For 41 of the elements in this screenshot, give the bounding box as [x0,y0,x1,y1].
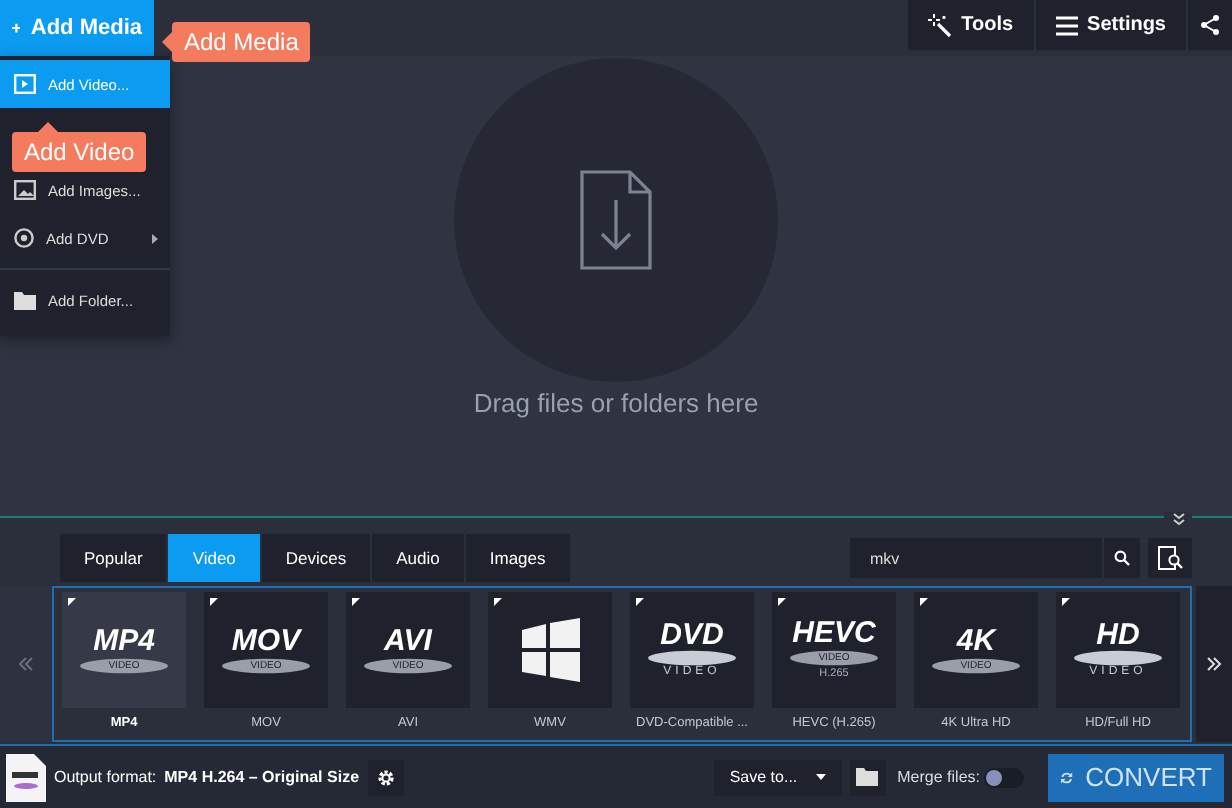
settings-icon [375,767,396,787]
double-chevron-left-icon [18,656,34,672]
format-tab[interactable]: Popular [60,534,167,582]
output-format-label: Output format: [54,768,157,786]
tools-button[interactable]: Tools [905,0,1034,50]
image-icon [14,180,36,200]
disc-icon [14,228,34,248]
format-tab[interactable]: Images [465,534,570,582]
merge-toggle[interactable] [984,767,1024,787]
share-button[interactable] [1186,0,1232,50]
format-tab[interactable]: Audio [372,534,464,582]
format-tile[interactable] [488,592,612,708]
folder-button[interactable] [849,759,886,795]
output-format-value[interactable]: MP4 H.264 – Original Size [164,768,360,786]
folder-icon [14,291,36,309]
chevron-icon [1171,512,1185,526]
plus-icon [12,20,21,36]
save-to-dropdown[interactable]: Save to... [713,759,842,795]
tooltip-pointer-icon [38,122,58,132]
tooltip-pointer-icon [162,32,172,52]
double-chevron-right-icon [1206,656,1222,672]
windows-logo-icon [516,616,584,684]
search-icon [1114,550,1130,566]
share-icon [1200,14,1220,36]
device-detect-button[interactable] [1148,538,1192,578]
merge-files-label: Merge files: [897,768,980,786]
convert-button[interactable]: CONVERT [1048,753,1224,801]
caret-icon [815,774,826,780]
format-tab[interactable]: Devices [261,534,371,582]
device-search-icon [1157,546,1183,570]
settings-button[interactable] [367,759,404,795]
file-download-icon [580,170,652,270]
magic-wand-icon [927,13,952,37]
search-field[interactable]: mkv [850,538,1102,578]
drop-hint: Drag files or folders here [473,388,759,418]
menu-icon [1055,15,1078,35]
settings-button[interactable]: Settings [1033,0,1186,50]
search-button[interactable] [1104,538,1140,578]
folder-icon [856,768,879,786]
file-icon [6,753,46,801]
film-icon [14,74,36,94]
